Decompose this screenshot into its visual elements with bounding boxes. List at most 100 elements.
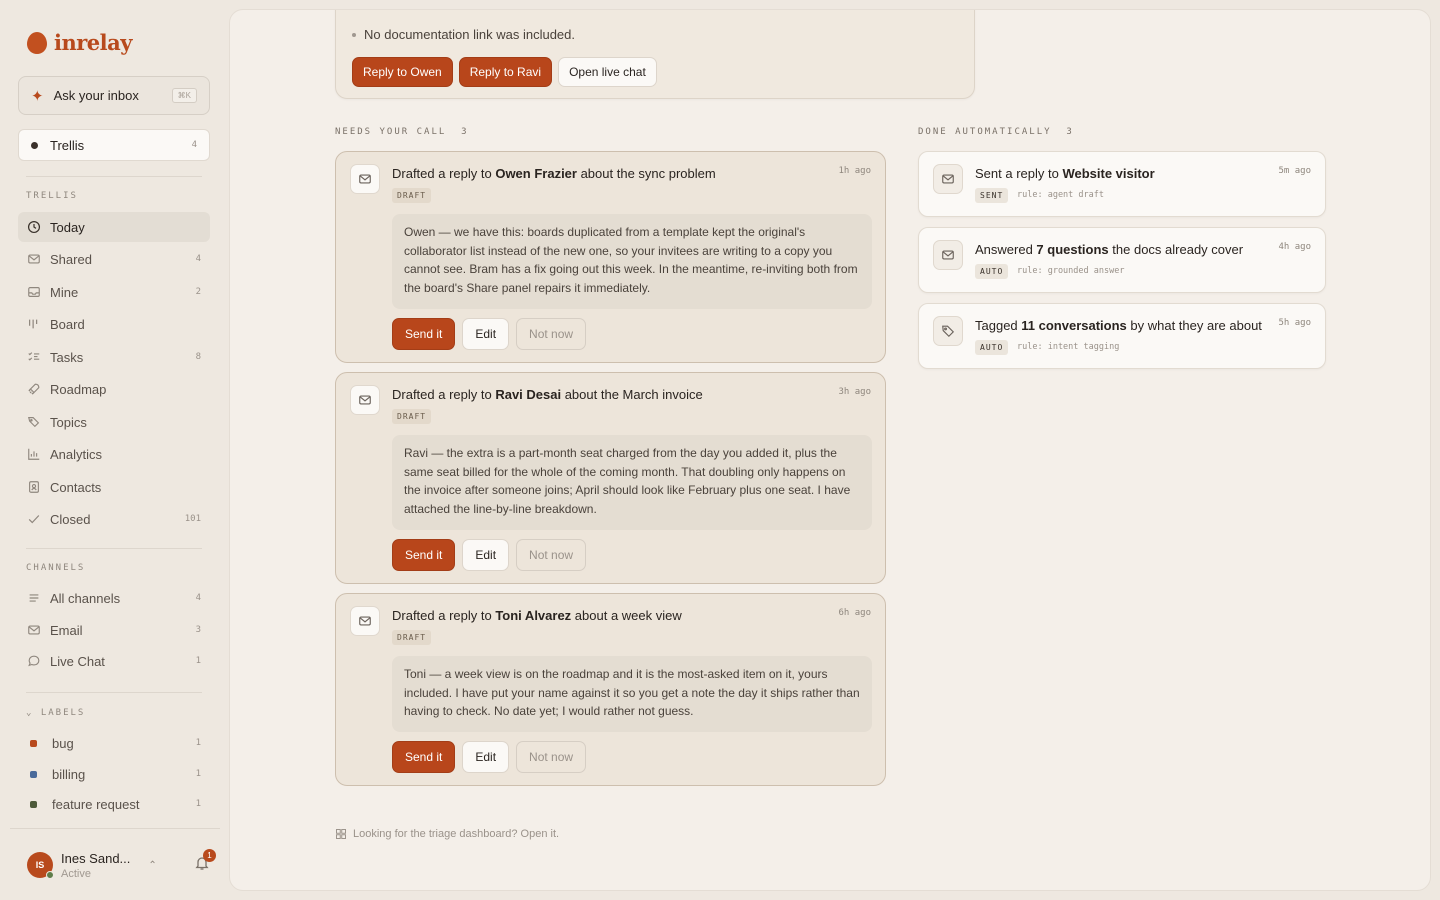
timestamp: 3h ago <box>838 387 871 397</box>
app-name: inrelay <box>54 30 132 55</box>
auto-action-card[interactable]: Sent a reply to Website visitor 5m ago S… <box>918 151 1326 217</box>
divider <box>26 548 202 549</box>
title-prefix: Drafted a reply to <box>392 387 496 402</box>
logo-mark-icon <box>27 31 47 54</box>
bar-chart-icon <box>27 447 41 461</box>
chat-bubble-icon <box>27 654 41 668</box>
list-icon <box>27 591 41 605</box>
send-it-button[interactable]: Send it <box>392 539 456 571</box>
avatar-initials: IS <box>35 860 45 870</box>
notifications-button[interactable]: 1 <box>194 848 216 876</box>
open-live-chat-button[interactable]: Open live chat <box>558 57 657 87</box>
auto-action-card[interactable]: Answered 7 questions the docs already co… <box>918 227 1326 293</box>
not-now-button[interactable]: Not now <box>516 539 587 571</box>
send-it-button[interactable]: Send it <box>392 741 456 773</box>
label-item-feature-request[interactable]: feature request 1 <box>18 789 210 819</box>
nav-item-analytics[interactable]: Analytics <box>18 439 210 469</box>
section-heading-labels: LABELS <box>40 708 86 718</box>
not-now-button[interactable]: Not now <box>516 741 587 773</box>
divider <box>26 692 202 693</box>
labels-section-toggle[interactable]: ⌄ LABELS <box>26 708 85 718</box>
heading-count: 3 <box>461 127 469 137</box>
ask-inbox-button[interactable]: ✦ Ask your inbox ⌘K <box>18 76 210 115</box>
send-it-button[interactable]: Send it <box>392 318 456 350</box>
nav-item-board[interactable]: Board <box>18 309 210 339</box>
not-now-button[interactable]: Not now <box>516 318 587 350</box>
draft-card[interactable]: Drafted a reply to Ravi Desai about the … <box>335 372 886 584</box>
mail-icon <box>933 240 963 270</box>
draft-actions: Send it Edit Not now <box>392 539 587 571</box>
nav-item-today[interactable]: Today <box>18 212 210 242</box>
nav-label: Board <box>50 316 85 332</box>
label-count: 1 <box>195 769 201 779</box>
nav-count: 4 <box>195 254 201 264</box>
draft-card[interactable]: Drafted a reply to Owen Frazier about th… <box>335 151 886 363</box>
draft-actions: Send it Edit Not now <box>392 318 587 350</box>
reply-to-owen-button[interactable]: Reply to Owen <box>352 57 453 87</box>
timestamp: 6h ago <box>838 608 871 618</box>
nav-item-email[interactable]: Email 3 <box>18 615 210 645</box>
edit-button[interactable]: Edit <box>462 539 510 571</box>
contact-card-icon <box>27 480 41 494</box>
label-item-bug[interactable]: bug 1 <box>18 728 210 758</box>
label-name: feature request <box>52 796 140 812</box>
user-name: Ines Sand... <box>61 850 131 866</box>
nav-count: 2 <box>195 287 201 297</box>
status-badge: AUTO <box>975 264 1009 279</box>
draft-body: Owen — we have this: boards duplicated f… <box>392 214 872 309</box>
timestamp: 4h ago <box>1278 242 1311 252</box>
nav-item-mine[interactable]: Mine 2 <box>18 277 210 307</box>
timestamp: 5h ago <box>1278 318 1311 328</box>
heading-text: NEEDS YOUR CALL <box>335 127 447 137</box>
nav-item-live-chat[interactable]: Live Chat 1 <box>18 646 210 676</box>
reply-to-ravi-button[interactable]: Reply to Ravi <box>458 57 553 87</box>
nav-label: Topics <box>50 414 87 430</box>
summary-card: No documentation link was included. Repl… <box>335 10 975 99</box>
nav-item-topics[interactable]: Topics <box>18 407 210 437</box>
draft-body: Ravi — the extra is a part-month seat ch… <box>392 435 872 530</box>
nav-count: 8 <box>195 352 201 362</box>
auto-action-title: Tagged 11 conversations by what they are… <box>975 318 1262 333</box>
label-color-swatch <box>30 770 37 778</box>
nav-item-roadmap[interactable]: Roadmap <box>18 374 210 404</box>
chevron-down-icon: ⌄ <box>26 708 41 718</box>
nav-label: Live Chat <box>50 653 105 669</box>
bullet-dot <box>352 32 356 37</box>
label-color-swatch <box>30 739 37 747</box>
app-logo[interactable]: inrelay <box>27 30 132 55</box>
nav-item-tasks[interactable]: Tasks 8 <box>18 342 210 372</box>
inbox-icon <box>27 285 41 299</box>
nav-label: Shared <box>50 251 92 267</box>
workspace-count: 4 <box>191 140 197 150</box>
label-name: bug <box>52 735 74 751</box>
heading-text: DONE AUTOMATICALLY <box>918 127 1052 137</box>
title-prefix: Tagged <box>975 318 1022 333</box>
auto-action-card[interactable]: Tagged 11 conversations by what they are… <box>918 303 1326 369</box>
divider <box>10 828 220 829</box>
nav-label: Tasks <box>50 349 84 365</box>
heading-count: 3 <box>1066 127 1074 137</box>
nav-item-contacts[interactable]: Contacts <box>18 472 210 502</box>
draft-card[interactable]: Drafted a reply to Toni Alvarez about a … <box>335 593 886 786</box>
auto-action-title: Answered 7 questions the docs already co… <box>975 242 1243 257</box>
chevron-up-icon[interactable]: ⌃ <box>148 860 156 871</box>
edit-button[interactable]: Edit <box>462 741 510 773</box>
nav-item-closed[interactable]: Closed 101 <box>18 504 210 534</box>
label-name: billing <box>52 766 86 782</box>
user-menu[interactable]: IS Ines Sand... Active ⌃ 1 <box>27 845 216 885</box>
nav-label: Analytics <box>50 446 103 462</box>
title-suffix: the docs already cover <box>1108 242 1244 257</box>
title-emphasis: Website visitor <box>1062 166 1155 181</box>
triage-dashboard-link[interactable]: Looking for the triage dashboard? Open i… <box>335 828 559 840</box>
sparkle-icon: ✦ <box>31 87 44 105</box>
check-icon <box>27 512 41 526</box>
nav-item-shared[interactable]: Shared 4 <box>18 244 210 274</box>
nav-item-all-channels[interactable]: All channels 4 <box>18 583 210 613</box>
edit-button[interactable]: Edit <box>462 318 510 350</box>
workspace-switcher[interactable]: Trellis 4 <box>18 129 210 161</box>
status-badge: SENT <box>975 188 1009 203</box>
title-emphasis: 11 conversations <box>1021 318 1127 333</box>
label-count: 1 <box>195 738 201 748</box>
timestamp: 1h ago <box>838 166 871 176</box>
label-item-billing[interactable]: billing 1 <box>18 759 210 789</box>
